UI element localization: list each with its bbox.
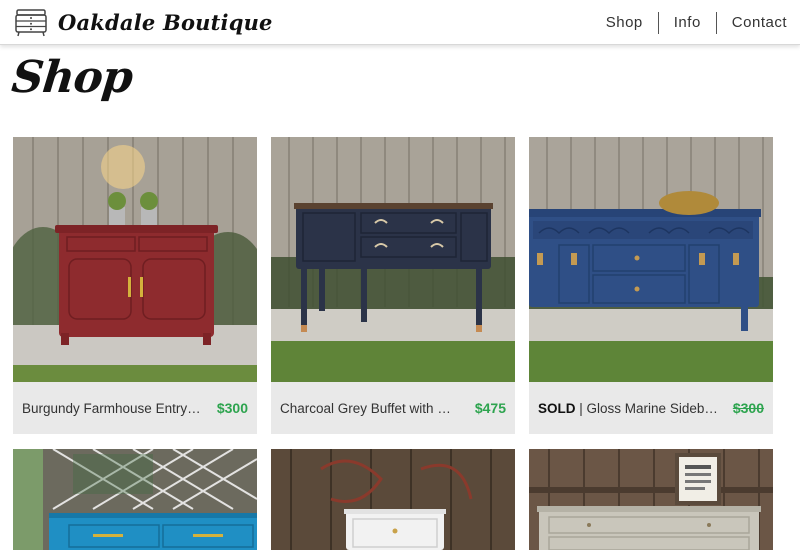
sold-label: SOLD [538, 400, 576, 416]
product-name: Charcoal Grey Buffet with … [280, 400, 451, 416]
product-card[interactable] [13, 449, 257, 550]
product-photo[interactable] [529, 137, 773, 382]
main-nav: Shop Info Contact [591, 11, 800, 35]
product-photo[interactable] [271, 449, 515, 550]
product-title[interactable]: SOLD | Gloss Marine Sideb… [538, 401, 718, 416]
product-caption: Charcoal Grey Buffet with … $475 [271, 382, 515, 434]
product-title[interactable]: Burgundy Farmhouse Entry… [22, 401, 201, 416]
product-photo[interactable] [13, 137, 257, 382]
product-caption: Burgundy Farmhouse Entry… $300 [13, 382, 257, 434]
product-price: $300 [732, 400, 764, 416]
product-name: | Gloss Marine Sideb… [579, 400, 718, 416]
brand[interactable]: Oakdale Boutique [14, 7, 273, 37]
dresser-icon [15, 9, 47, 37]
page-title: Shop [9, 52, 135, 103]
product-title[interactable]: Charcoal Grey Buffet with … [280, 401, 451, 416]
product-caption: SOLD | Gloss Marine Sideb… $300 [529, 382, 773, 434]
product-card[interactable] [271, 449, 515, 550]
product-card[interactable]: SOLD | Gloss Marine Sideb… $300 [529, 137, 773, 434]
top-navigation-bar: Oakdale Boutique Shop Info Contact [0, 0, 800, 45]
nav-shop[interactable]: Shop [591, 11, 658, 35]
product-photo[interactable] [271, 137, 515, 382]
product-card[interactable] [529, 449, 773, 550]
product-price: $300 [216, 400, 248, 416]
product-card[interactable]: Charcoal Grey Buffet with … $475 [271, 137, 515, 434]
brand-name: Oakdale Boutique [58, 9, 273, 35]
nav-info[interactable]: Info [659, 11, 716, 35]
product-price: $475 [474, 400, 506, 416]
product-photo[interactable] [13, 449, 257, 550]
product-photo[interactable] [529, 449, 773, 550]
product-name: Burgundy Farmhouse Entry… [22, 400, 201, 416]
product-card[interactable]: Burgundy Farmhouse Entry… $300 [13, 137, 257, 434]
nav-contact[interactable]: Contact [717, 11, 800, 35]
